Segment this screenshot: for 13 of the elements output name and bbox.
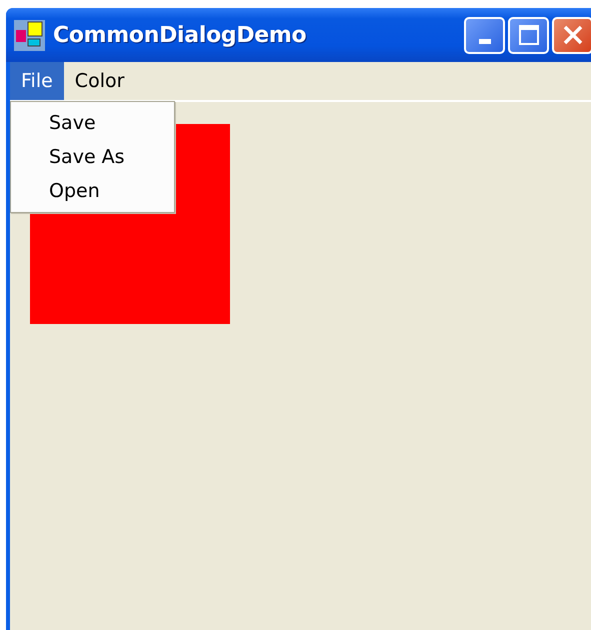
window-title: CommonDialogDemo (53, 22, 308, 48)
menu-entry[interactable]: Save (11, 106, 174, 140)
menu-item[interactable]: Color (64, 62, 136, 100)
menu-entry[interactable]: Save As (11, 140, 174, 174)
maximize-button[interactable] (508, 16, 549, 54)
minimize-icon (478, 38, 490, 44)
app-icon (14, 20, 45, 50)
close-button[interactable] (552, 16, 591, 54)
menu-item[interactable]: File (10, 62, 64, 100)
close-icon (562, 24, 584, 46)
maximize-icon (518, 24, 540, 46)
minimize-button[interactable] (464, 16, 505, 54)
menu-entry[interactable]: Open (11, 174, 174, 208)
